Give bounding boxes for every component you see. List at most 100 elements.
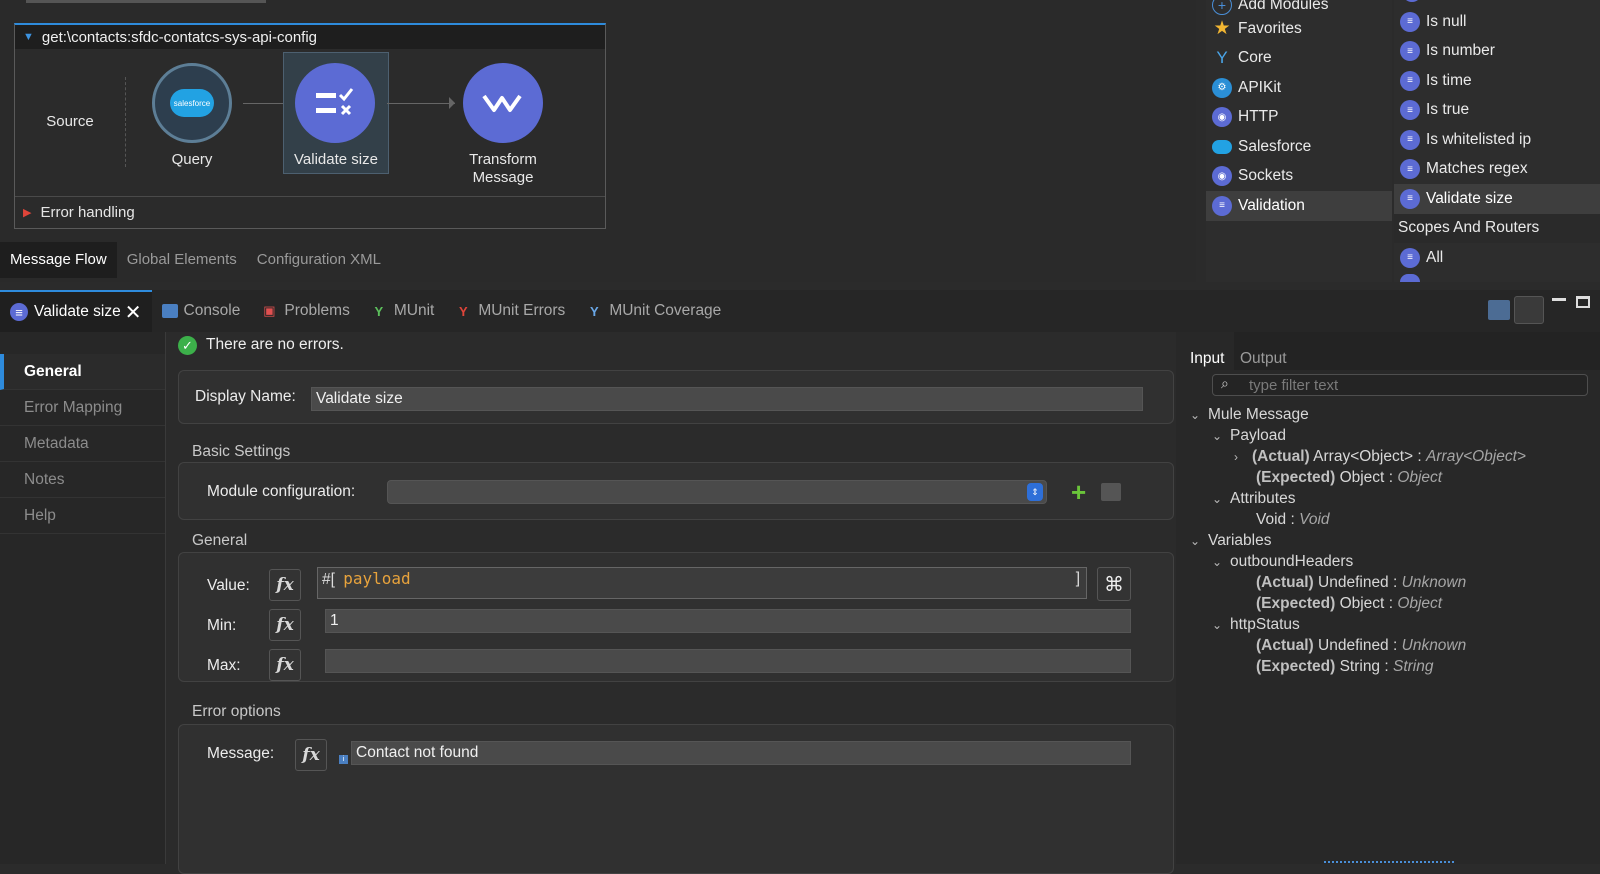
basic-settings-group: Module configuration: ⇕ + [178, 462, 1174, 520]
tree-attributes-void: Void : Void [1256, 511, 1330, 528]
tab-munit-errors[interactable]: Y MUnit Errors [444, 290, 575, 332]
tab-munit-coverage[interactable]: Y MUnit Coverage [575, 290, 731, 332]
tab-global-elements[interactable]: Global Elements [117, 242, 247, 278]
fx-toggle-button[interactable]: fx [269, 649, 301, 681]
core-icon: Y [1216, 48, 1228, 68]
tab-console[interactable]: Console [152, 290, 251, 332]
tree-mule-message[interactable]: ⌄ Mule Message [1190, 406, 1309, 424]
palette-label: HTTP [1238, 108, 1279, 126]
tree-http-status[interactable]: ⌄ httpStatus [1212, 616, 1300, 634]
tab-problems[interactable]: ▣ Problems [250, 290, 359, 332]
chevron-down-icon[interactable]: ⌄ [1212, 492, 1230, 506]
min-input[interactable]: 1 [325, 609, 1131, 633]
tab-munit[interactable]: Y MUnit [360, 290, 444, 332]
tree-outbound-headers[interactable]: ⌄ outboundHeaders [1212, 553, 1353, 571]
basic-settings-title: Basic Settings [192, 443, 291, 460]
palette-item-http[interactable]: ◉ HTTP [1206, 103, 1392, 133]
chevron-right-icon[interactable]: › [1234, 450, 1252, 464]
chevron-down-icon[interactable]: ⌄ [1190, 534, 1208, 548]
minimize-icon[interactable] [1552, 298, 1566, 301]
add-modules-item[interactable]: + Add Modules [1206, 0, 1392, 15]
fx-toggle-button[interactable]: fx [269, 569, 301, 601]
flow-container[interactable]: ▼ get:\contacts:sfdc-contatcs-sys-api-co… [14, 23, 606, 229]
close-icon[interactable]: ✕ [125, 300, 142, 325]
tree-payload-actual[interactable]: › (Actual) Array<Object> : Array<Object> [1234, 448, 1526, 466]
tab-message-flow[interactable]: Message Flow [0, 242, 117, 278]
op-is-time[interactable]: ≡ Is time [1394, 66, 1600, 96]
max-input[interactable] [325, 649, 1131, 673]
nav-help[interactable]: Help [0, 498, 165, 534]
op-is-null[interactable]: ≡ Is null [1394, 7, 1600, 37]
chevron-down-icon[interactable]: ⌄ [1212, 618, 1230, 632]
collapse-triangle-icon[interactable]: ▼ [23, 31, 34, 43]
nav-notes[interactable]: Notes [0, 462, 165, 498]
palette-item-salesforce[interactable]: Salesforce [1206, 132, 1392, 162]
query-node[interactable]: salesforce [152, 63, 232, 143]
nav-metadata[interactable]: Metadata [0, 426, 165, 462]
flow-header[interactable]: ▼ get:\contacts:sfdc-contatcs-sys-api-co… [15, 25, 605, 49]
tree-payload[interactable]: ⌄ Payload [1212, 427, 1286, 445]
op-validate-size[interactable]: ≡ Validate size [1394, 184, 1600, 214]
canvas-tabs: Message Flow Global Elements Configurati… [0, 242, 391, 278]
salesforce-icon: salesforce [170, 89, 214, 117]
tab-input[interactable]: Input [1190, 350, 1224, 368]
transform-message-node[interactable] [463, 63, 543, 143]
validation-icon: ≡ [1400, 100, 1420, 121]
palette-item-sockets[interactable]: ◉ Sockets [1206, 162, 1392, 192]
display-name-input[interactable]: Validate size [311, 387, 1143, 411]
module-config-select[interactable] [387, 480, 1047, 504]
transform-node-label: Transform Message [469, 151, 537, 186]
tab-output[interactable]: Output [1240, 350, 1287, 368]
tab-validate-size[interactable]: ≡ Validate size ✕ [0, 290, 152, 332]
edit-config-icon[interactable] [1101, 483, 1121, 501]
filter-input[interactable]: ⌕ type filter text [1212, 374, 1588, 396]
general-group: Value: fx #[ payload ] ⌘ Min: fx 1 Max: … [178, 552, 1174, 682]
tree-variables[interactable]: ⌄ Variables [1190, 532, 1271, 550]
value-expression-input[interactable]: #[ payload ] [317, 567, 1087, 599]
palette-item-apikit[interactable]: ⚙ APIKit [1206, 73, 1392, 103]
op-matches-regex[interactable]: ≡ Matches regex [1394, 155, 1600, 185]
validation-icon: ≡ [1400, 159, 1420, 180]
validation-icon [1400, 274, 1420, 282]
flow-arrow [387, 103, 455, 104]
palette-label: Favorites [1238, 19, 1302, 37]
tab-label: Validate size [34, 303, 121, 320]
expand-triangle-icon[interactable]: ▶ [23, 206, 31, 219]
nav-general[interactable]: General [0, 354, 165, 390]
validate-size-node[interactable] [295, 63, 375, 143]
refresh-metadata-link-clipped[interactable] [1324, 858, 1454, 864]
tab-configuration-xml[interactable]: Configuration XML [247, 242, 391, 278]
op-is-number[interactable]: ≡ Is number [1394, 37, 1600, 67]
op-label: Is null [1426, 12, 1467, 30]
chevron-down-icon[interactable]: ⌄ [1212, 555, 1230, 569]
palette-item-core[interactable]: Y Core [1206, 44, 1392, 74]
validate-icon [316, 88, 354, 116]
value-label: Value: [207, 577, 250, 594]
dataweave-graph-icon[interactable]: ⌘ [1097, 567, 1131, 601]
op-is-true[interactable]: ≡ Is true [1394, 96, 1600, 126]
metadata-panel: Input Output ⌕ type filter text ⌄ Mule Me… [1176, 332, 1600, 864]
select-arrows-icon[interactable]: ⇕ [1027, 483, 1043, 501]
op-all[interactable]: ≡ All [1394, 243, 1600, 273]
palette-item-validation[interactable]: ≡ Validation [1206, 191, 1392, 221]
op-is-whitelisted-ip[interactable]: ≡ Is whitelisted ip [1394, 125, 1600, 155]
error-handling-section[interactable]: ▶ Error handling [15, 196, 605, 228]
palette-section-scopes[interactable]: Scopes And Routers [1394, 213, 1600, 243]
maximize-icon[interactable] [1576, 296, 1590, 308]
munit-icon: Y [374, 303, 384, 319]
chevron-down-icon[interactable]: ⌄ [1212, 429, 1230, 443]
tab-label: MUnit [393, 302, 435, 319]
fx-toggle-button[interactable]: fx [295, 739, 327, 771]
save-icon[interactable] [1488, 300, 1510, 320]
tree-attributes[interactable]: ⌄ Attributes [1212, 490, 1295, 508]
fx-toggle-button[interactable]: fx [269, 609, 301, 641]
palette-item-favorites[interactable]: ★ Favorites [1206, 14, 1392, 44]
display-name-label: Display Name: [195, 388, 296, 405]
add-config-icon[interactable]: + [1071, 477, 1086, 508]
validation-icon: ≡ [10, 303, 28, 321]
nav-error-mapping[interactable]: Error Mapping [0, 390, 165, 426]
chevron-down-icon[interactable]: ⌄ [1190, 408, 1208, 422]
message-input[interactable]: Contact not found [351, 741, 1131, 765]
query-node-label: Query [171, 151, 213, 168]
tree-view-icon[interactable] [1514, 296, 1544, 324]
